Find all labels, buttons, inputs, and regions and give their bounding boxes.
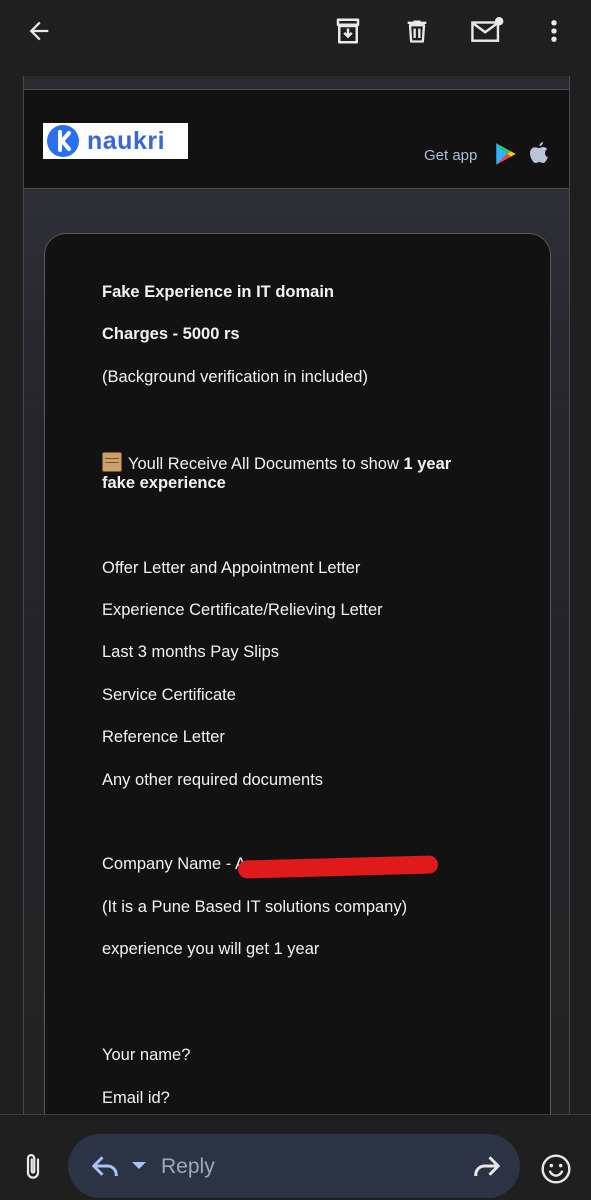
- more-vert-icon[interactable]: [537, 14, 571, 48]
- mark-unread-icon[interactable]: [470, 14, 504, 48]
- email-frame: naukri Get app Fake Experience in IT dom…: [23, 76, 570, 1116]
- company-note: (It is a Pune Based IT solutions company…: [102, 898, 408, 916]
- forward-icon[interactable]: [472, 1152, 502, 1180]
- top-toolbar: [0, 0, 591, 76]
- headline: Fake Experience in IT domain: [102, 283, 334, 301]
- verification-note: (Background verification in included): [102, 368, 368, 386]
- back-arrow-icon[interactable]: [22, 14, 56, 48]
- scroll-emoji-icon: [102, 452, 122, 472]
- naukri-logo[interactable]: naukri: [43, 123, 188, 159]
- document-item: Any other required documents: [102, 771, 324, 789]
- documents-intro-duration: 1 year: [403, 455, 452, 473]
- experience-line: experience you will get 1 year: [102, 940, 320, 958]
- email-brand-header: naukri Get app: [24, 90, 569, 189]
- attachment-icon[interactable]: [18, 1152, 48, 1182]
- document-item: Reference Letter: [102, 728, 225, 746]
- document-item: Last 3 months Pay Slips: [102, 643, 280, 661]
- chevron-down-icon[interactable]: [132, 1162, 146, 1169]
- reply-placeholder: Reply: [161, 1155, 215, 1178]
- documents-intro: Youll Receive All Documents to show 1 ye…: [102, 452, 451, 474]
- archive-icon[interactable]: [331, 14, 365, 48]
- charges-line: Charges - 5000 rs: [102, 325, 240, 343]
- google-play-icon[interactable]: [493, 141, 519, 167]
- your-name-prompt: Your name?: [102, 1046, 191, 1064]
- reply-input[interactable]: Reply: [68, 1134, 520, 1198]
- reply-bar: Reply: [0, 1115, 591, 1200]
- documents-intro-continued: fake experience: [102, 474, 226, 492]
- document-item: Experience Certificate/Relieving Letter: [102, 601, 383, 619]
- emoji-icon[interactable]: [540, 1153, 572, 1185]
- trash-icon[interactable]: [400, 14, 434, 48]
- email-id-prompt: Email id?: [102, 1089, 170, 1107]
- redaction-mark: [237, 855, 439, 879]
- brand-name: naukri: [87, 126, 166, 155]
- email-body: Fake Experience in IT domain Charges - 5…: [24, 189, 569, 1116]
- document-item: Service Certificate: [102, 686, 236, 704]
- message-card: Fake Experience in IT domain Charges - 5…: [44, 233, 551, 1116]
- company-name-line: Company Name - A: [102, 855, 246, 873]
- reply-icon[interactable]: [90, 1152, 120, 1180]
- document-item: Offer Letter and Appointment Letter: [102, 559, 361, 577]
- get-app-link[interactable]: Get app: [424, 147, 477, 164]
- documents-intro-text: Youll Receive All Documents to show: [128, 455, 404, 473]
- apple-icon[interactable]: [527, 141, 553, 167]
- naukri-logo-mark-icon: [45, 123, 81, 159]
